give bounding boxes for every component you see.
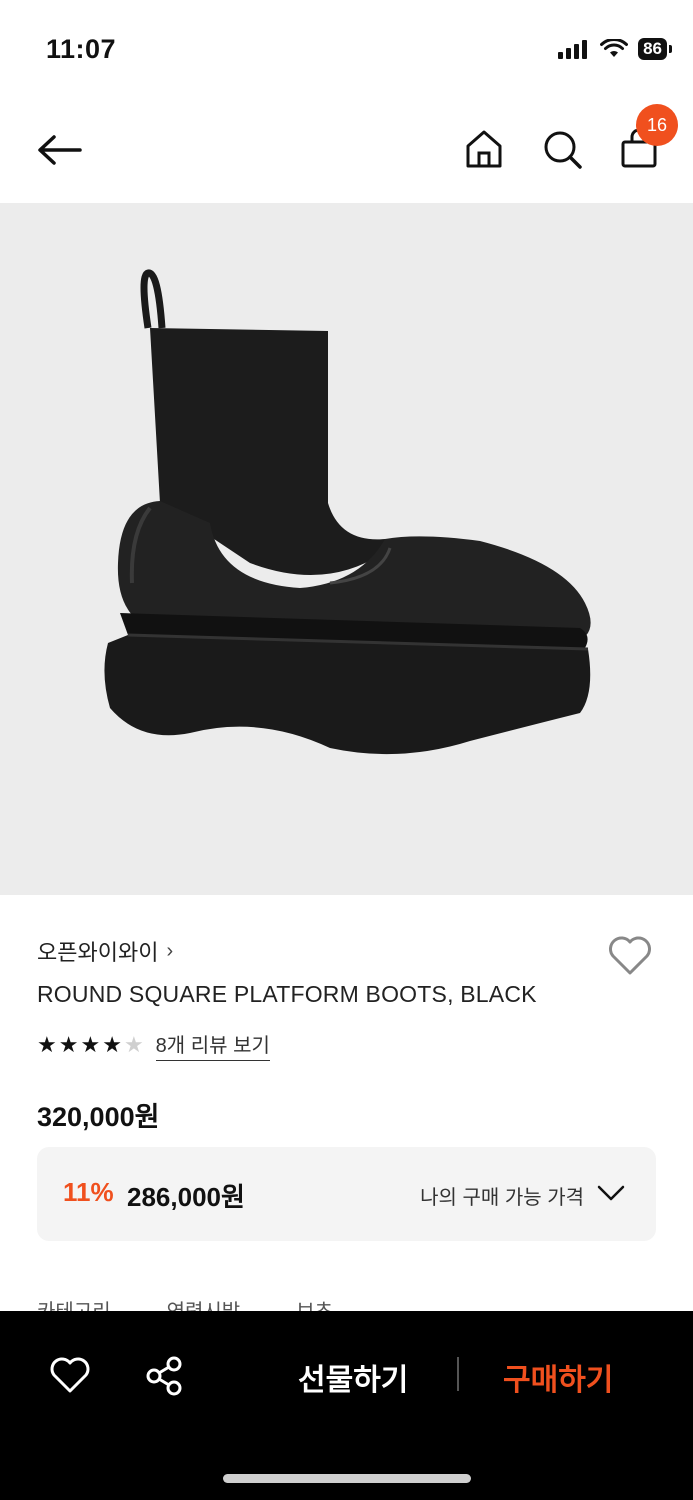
- cart-count-badge: 16: [636, 104, 678, 146]
- partial-tab: 카테고리: [37, 1295, 111, 1311]
- nav-bar: [0, 100, 693, 203]
- back-arrow-icon[interactable]: [32, 128, 86, 172]
- chevron-down-icon: [597, 1185, 625, 1201]
- star-icon: ★: [37, 1032, 57, 1057]
- status-bar: 11:07 86: [0, 0, 693, 100]
- star-icon: ★: [58, 1032, 79, 1057]
- star-icon: ★: [123, 1032, 144, 1057]
- my-price-label: 나의 구매 가능 가격: [420, 1187, 584, 1209]
- star-icon: ★: [80, 1032, 101, 1057]
- review-link[interactable]: 8개 리뷰 보기: [155, 1029, 270, 1061]
- star-rating: ★ ★ ★ ★ ★: [37, 1032, 144, 1058]
- buy-button[interactable]: 구매하기: [503, 1355, 613, 1399]
- bottom-action-bar: 선물하기 구매하기: [0, 1311, 693, 1500]
- gift-button[interactable]: 선물하기: [298, 1355, 408, 1399]
- battery-indicator: 86: [638, 38, 672, 60]
- partial-tab: 브초: [296, 1295, 333, 1311]
- boot-illustration: [104, 269, 591, 755]
- wifi-icon: [600, 39, 629, 57]
- original-price: 320,000원: [37, 1102, 160, 1132]
- brand-link[interactable]: 오픈와이와이 ›: [37, 935, 173, 967]
- partial-tab: 연령시발: [167, 1295, 241, 1311]
- heart-icon[interactable]: [48, 1355, 92, 1395]
- chevron-right-icon: ›: [166, 939, 174, 962]
- product-image[interactable]: [0, 203, 693, 895]
- star-icon: ★: [102, 1032, 122, 1057]
- divider: [457, 1357, 459, 1391]
- share-icon[interactable]: [144, 1355, 186, 1397]
- brand-name: 오픈와이와이: [37, 940, 159, 965]
- detail-tabs-partial: 카테고리 연령시발 브초: [37, 1295, 333, 1311]
- home-icon[interactable]: [462, 126, 506, 172]
- product-name: ROUND SQUARE PLATFORM BOOTS, BLACK: [37, 981, 537, 1007]
- search-icon[interactable]: [540, 126, 584, 172]
- home-indicator: [223, 1474, 471, 1483]
- discount-price: 286,000원: [127, 1182, 245, 1212]
- my-price-box[interactable]: 11% 286,000원 나의 구매 가능 가격: [37, 1147, 656, 1241]
- status-icons: 86: [558, 38, 672, 60]
- status-time: 11:07: [46, 34, 117, 64]
- signal-icon: [558, 40, 588, 59]
- wishlist-heart-icon[interactable]: [606, 933, 654, 977]
- rating-row: ★ ★ ★ ★ ★ 8개 리뷰 보기: [37, 1029, 270, 1061]
- discount-percent: 11%: [63, 1177, 114, 1207]
